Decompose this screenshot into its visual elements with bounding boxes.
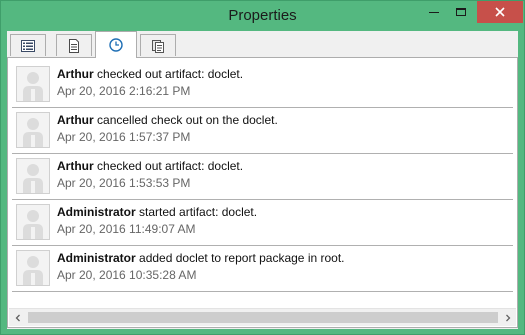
minimize-icon — [429, 12, 439, 13]
properties-window: Properties Arthur checked out artifact: … — [0, 0, 525, 335]
entry-user: Arthur — [57, 159, 94, 173]
entry-action: started artifact: doclet. — [139, 205, 258, 219]
entry-action: checked out artifact: doclet. — [97, 67, 244, 81]
entry-description: Arthur checked out artifact: doclet. — [57, 67, 243, 81]
chevron-left-icon — [15, 314, 20, 321]
scrollbar-thumb[interactable] — [28, 312, 498, 323]
entry-user: Arthur — [57, 113, 94, 127]
tab-history[interactable] — [95, 31, 137, 58]
entry-description: Arthur cancelled check out on the doclet… — [57, 113, 278, 127]
title-bar[interactable]: Properties — [1, 1, 524, 31]
maximize-button[interactable] — [446, 1, 476, 23]
maximize-icon — [456, 8, 466, 16]
avatar — [16, 250, 50, 286]
entry-timestamp: Apr 20, 2016 1:57:37 PM — [57, 130, 191, 144]
avatar — [16, 204, 50, 240]
user-placeholder-icon — [23, 210, 43, 239]
entry-action: cancelled check out on the doclet. — [97, 113, 278, 127]
user-placeholder-icon — [23, 118, 43, 147]
user-placeholder-icon — [23, 72, 43, 101]
history-entry[interactable]: Arthur checked out artifact: doclet. Apr… — [12, 62, 513, 108]
clipboard-icon — [152, 39, 164, 53]
entry-timestamp: Apr 20, 2016 1:53:53 PM — [57, 176, 191, 190]
history-list: Arthur checked out artifact: doclet. Apr… — [12, 62, 513, 306]
avatar — [16, 158, 50, 194]
scroll-right-button[interactable] — [499, 309, 516, 326]
tab-list-view[interactable] — [10, 34, 46, 56]
avatar — [16, 66, 50, 102]
entry-timestamp: Apr 20, 2016 10:35:28 AM — [57, 268, 197, 282]
document-icon — [69, 38, 79, 53]
entry-user: Administrator — [57, 205, 136, 219]
entry-user: Arthur — [57, 67, 94, 81]
tab-document[interactable] — [56, 34, 92, 56]
entry-description: Arthur checked out artifact: doclet. — [57, 159, 243, 173]
history-entry[interactable]: Administrator added doclet to report pac… — [12, 246, 513, 292]
window-content: Arthur checked out artifact: doclet. Apr… — [7, 31, 518, 329]
entry-timestamp: Apr 20, 2016 11:49:07 AM — [57, 222, 196, 236]
entry-timestamp: Apr 20, 2016 2:16:21 PM — [57, 84, 191, 98]
scroll-left-button[interactable] — [9, 309, 26, 326]
clock-icon — [109, 38, 123, 52]
horizontal-scrollbar[interactable] — [9, 308, 516, 326]
user-placeholder-icon — [23, 256, 43, 285]
close-icon — [495, 7, 505, 17]
history-entry[interactable]: Arthur checked out artifact: doclet. Apr… — [12, 154, 513, 200]
entry-action: added doclet to report package in root. — [139, 251, 345, 265]
chevron-right-icon — [505, 314, 510, 321]
history-entry[interactable]: Administrator started artifact: doclet. … — [12, 200, 513, 246]
tab-bar — [7, 31, 518, 58]
history-panel: Arthur checked out artifact: doclet. Apr… — [7, 57, 518, 328]
entry-action: checked out artifact: doclet. — [97, 159, 244, 173]
entry-description: Administrator added doclet to report pac… — [57, 251, 345, 265]
tab-clipboard[interactable] — [140, 34, 176, 56]
history-entry[interactable]: Arthur cancelled check out on the doclet… — [12, 108, 513, 154]
close-button[interactable] — [477, 1, 523, 23]
entry-user: Administrator — [57, 251, 136, 265]
avatar — [16, 112, 50, 148]
user-placeholder-icon — [23, 164, 43, 193]
entry-description: Administrator started artifact: doclet. — [57, 205, 257, 219]
list-icon — [21, 39, 35, 52]
